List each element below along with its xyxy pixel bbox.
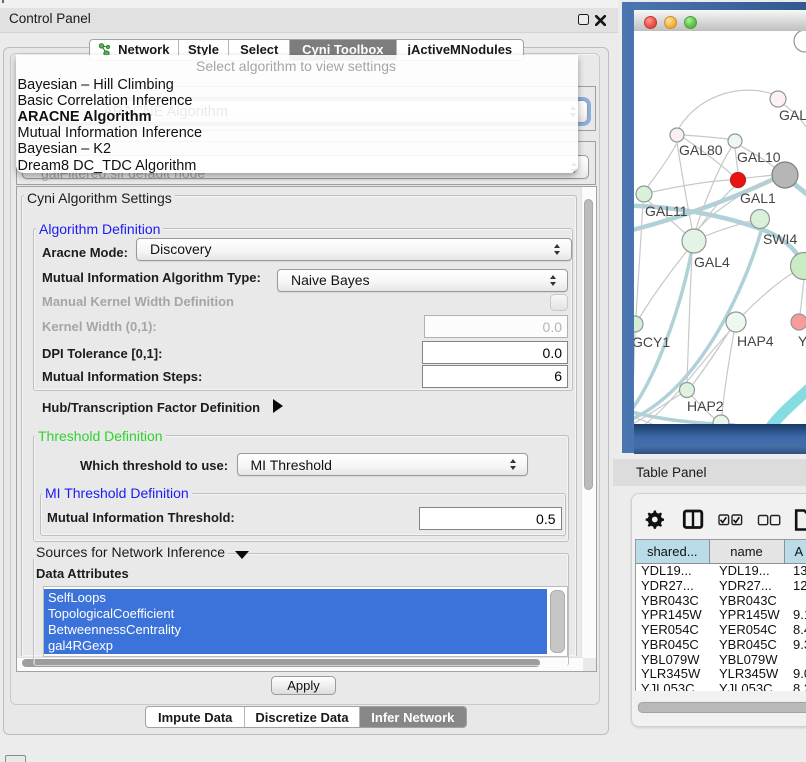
svg-text:GAL1: GAL1 xyxy=(740,190,776,206)
svg-text:HAP4: HAP4 xyxy=(737,333,774,349)
svg-text:GAL80: GAL80 xyxy=(679,142,723,158)
svg-text:SWI4: SWI4 xyxy=(763,231,797,247)
svg-text:GAL4: GAL4 xyxy=(694,254,730,270)
svg-text:GCY1: GCY1 xyxy=(634,334,670,350)
svg-text:GAL11: GAL11 xyxy=(645,203,688,219)
svg-text:GAL10: GAL10 xyxy=(737,149,781,165)
svg-text:Y: Y xyxy=(798,333,806,349)
svg-text:GAL: GAL xyxy=(779,107,806,123)
svg-text:HAP2: HAP2 xyxy=(687,398,724,414)
